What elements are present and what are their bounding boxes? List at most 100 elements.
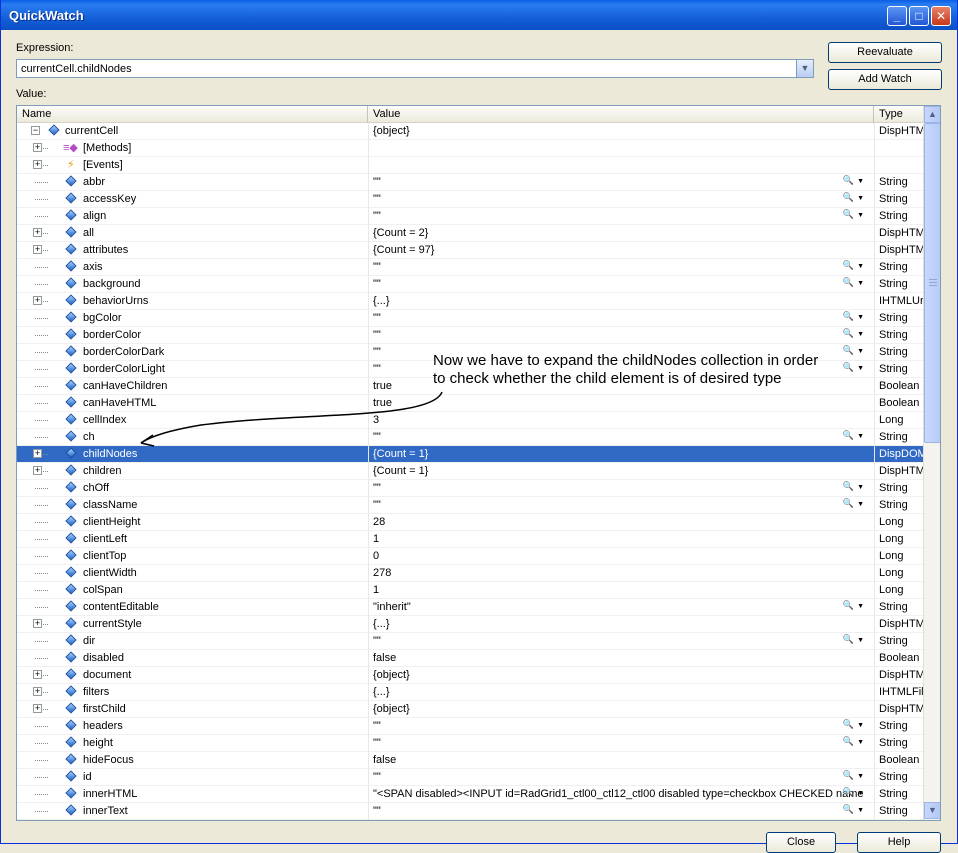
visualizer-magnifier-icon[interactable]: 🔍 xyxy=(843,498,854,509)
visualizer-magnifier-icon[interactable]: 🔍 xyxy=(843,209,854,220)
value-cell[interactable]: "" 🔍 ▼ xyxy=(368,633,874,650)
visualizer-magnifier-icon[interactable]: 🔍 xyxy=(843,430,854,441)
visualizer-magnifier-icon[interactable]: 🔍 xyxy=(843,311,854,322)
expression-input[interactable]: currentCell.childNodes xyxy=(21,63,132,75)
table-row[interactable]: contentEditable "inherit" 🔍 ▼ String xyxy=(17,599,925,616)
visualizer-dropdown-icon[interactable]: ▼ xyxy=(857,280,864,287)
expand-icon[interactable]: + xyxy=(33,619,42,628)
visualizer-magnifier-icon[interactable]: 🔍 xyxy=(843,481,854,492)
close-button[interactable]: Close xyxy=(766,832,836,853)
value-cell[interactable]: "" 🔍 ▼ xyxy=(368,310,874,327)
value-cell[interactable] xyxy=(368,140,874,157)
column-header-name[interactable]: Name xyxy=(17,106,368,123)
value-cell[interactable]: "" 🔍 ▼ xyxy=(368,718,874,735)
visualizer-magnifier-icon[interactable]: 🔍 xyxy=(843,277,854,288)
value-cell[interactable]: "" 🔍 ▼ xyxy=(368,276,874,293)
visualizer-magnifier-icon[interactable]: 🔍 xyxy=(843,600,854,611)
table-row[interactable]: clientWidth 278 Long xyxy=(17,565,925,582)
value-cell[interactable]: false xyxy=(368,752,874,769)
visualizer-dropdown-icon[interactable]: ▼ xyxy=(857,433,864,440)
visualizer-dropdown-icon[interactable]: ▼ xyxy=(857,637,864,644)
visualizer-dropdown-icon[interactable]: ▼ xyxy=(857,331,864,338)
value-cell[interactable]: "" 🔍 ▼ xyxy=(368,174,874,191)
table-row[interactable]: borderColor "" 🔍 ▼ String xyxy=(17,327,925,344)
table-row[interactable]: cellIndex 3 Long xyxy=(17,412,925,429)
table-row[interactable]: innerHTML "<SPAN disabled><INPUT id=RadGr… xyxy=(17,786,925,803)
value-cell[interactable]: {Count = 2} xyxy=(368,225,874,242)
value-cell[interactable]: "" 🔍 ▼ xyxy=(368,769,874,786)
table-row[interactable]: + attributes {Count = 97} DispHTML xyxy=(17,242,925,259)
table-row[interactable]: + all {Count = 2} DispHTML xyxy=(17,225,925,242)
visualizer-magnifier-icon[interactable]: 🔍 xyxy=(843,192,854,203)
value-cell[interactable]: 1 xyxy=(368,582,874,599)
table-row[interactable]: colSpan 1 Long xyxy=(17,582,925,599)
value-cell[interactable]: {...} xyxy=(368,293,874,310)
visualizer-dropdown-icon[interactable]: ▼ xyxy=(857,195,864,202)
chevron-down-icon[interactable]: ▼ xyxy=(796,60,813,77)
visualizer-magnifier-icon[interactable]: 🔍 xyxy=(843,634,854,645)
value-cell[interactable]: "" 🔍 ▼ xyxy=(368,803,874,820)
visualizer-dropdown-icon[interactable]: ▼ xyxy=(857,501,864,508)
visualizer-magnifier-icon[interactable]: 🔍 xyxy=(843,175,854,186)
visualizer-magnifier-icon[interactable]: 🔍 xyxy=(843,260,854,271)
expand-icon[interactable]: + xyxy=(33,687,42,696)
visualizer-magnifier-icon[interactable]: 🔍 xyxy=(843,804,854,815)
value-cell[interactable]: {...} xyxy=(368,684,874,701)
table-row[interactable]: + filters {...} IHTMLFilte xyxy=(17,684,925,701)
value-cell[interactable]: "" 🔍 ▼ xyxy=(368,259,874,276)
visualizer-magnifier-icon[interactable]: 🔍 xyxy=(843,719,854,730)
table-row[interactable]: chOff "" 🔍 ▼ String xyxy=(17,480,925,497)
watch-grid[interactable]: Name Value Type − currentCell {object} Disp… xyxy=(16,105,941,821)
expand-icon[interactable]: + xyxy=(33,704,42,713)
visualizer-dropdown-icon[interactable]: ▼ xyxy=(857,484,864,491)
add-watch-button[interactable]: Add Watch xyxy=(828,69,942,90)
table-row[interactable]: height "" 🔍 ▼ String xyxy=(17,735,925,752)
table-row[interactable]: disabled false Boolean xyxy=(17,650,925,667)
value-cell[interactable]: true xyxy=(368,395,874,412)
table-row[interactable]: − currentCell {object} DispHTML xyxy=(17,123,925,140)
table-row[interactable]: + ≡◆ [Methods] xyxy=(17,140,925,157)
table-row[interactable]: dir "" 🔍 ▼ String xyxy=(17,633,925,650)
table-row[interactable]: className "" 🔍 ▼ String xyxy=(17,497,925,514)
table-row[interactable]: background "" 🔍 ▼ String xyxy=(17,276,925,293)
visualizer-dropdown-icon[interactable]: ▼ xyxy=(857,212,864,219)
value-cell[interactable]: {object} xyxy=(368,701,874,718)
value-cell[interactable]: "" 🔍 ▼ xyxy=(368,497,874,514)
visualizer-dropdown-icon[interactable]: ▼ xyxy=(857,603,864,610)
value-cell[interactable]: {Count = 1} xyxy=(368,446,874,463)
table-row[interactable]: canHaveHTML true Boolean xyxy=(17,395,925,412)
visualizer-magnifier-icon[interactable]: 🔍 xyxy=(843,736,854,747)
visualizer-magnifier-icon[interactable]: 🔍 xyxy=(843,787,854,798)
value-cell[interactable]: 0 xyxy=(368,548,874,565)
visualizer-dropdown-icon[interactable]: ▼ xyxy=(857,365,864,372)
table-row[interactable]: + document {object} DispHTML xyxy=(17,667,925,684)
value-cell[interactable]: "" 🔍 ▼ xyxy=(368,208,874,225)
table-row[interactable]: innerText "" 🔍 ▼ String xyxy=(17,803,925,820)
collapse-icon[interactable]: − xyxy=(31,126,40,135)
table-row[interactable]: clientTop 0 Long xyxy=(17,548,925,565)
table-row[interactable]: + firstChild {object} DispHTML xyxy=(17,701,925,718)
help-button[interactable]: Help xyxy=(857,832,941,853)
value-cell[interactable]: {...} xyxy=(368,616,874,633)
vertical-scrollbar[interactable]: ▲ ▼ xyxy=(923,106,940,820)
value-cell[interactable]: 3 xyxy=(368,412,874,429)
table-row[interactable]: + currentStyle {...} DispHTML xyxy=(17,616,925,633)
value-cell[interactable]: 1 xyxy=(368,531,874,548)
visualizer-dropdown-icon[interactable]: ▼ xyxy=(857,263,864,270)
table-row[interactable]: ch "" 🔍 ▼ String xyxy=(17,429,925,446)
value-cell[interactable]: 28 xyxy=(368,514,874,531)
table-row[interactable]: hideFocus false Boolean xyxy=(17,752,925,769)
column-header-type[interactable]: Type xyxy=(874,106,925,123)
table-row[interactable]: bgColor "" 🔍 ▼ String xyxy=(17,310,925,327)
table-row[interactable]: + childNodes {Count = 1} DispDOMC xyxy=(17,446,925,463)
table-row[interactable]: abbr "" 🔍 ▼ String xyxy=(17,174,925,191)
column-header-value[interactable]: Value xyxy=(368,106,874,123)
value-cell[interactable]: 278 xyxy=(368,565,874,582)
table-row[interactable]: + children {Count = 1} DispHTML xyxy=(17,463,925,480)
value-cell[interactable]: "" 🔍 ▼ xyxy=(368,327,874,344)
visualizer-dropdown-icon[interactable]: ▼ xyxy=(857,314,864,321)
table-row[interactable]: + ⚡ [Events] xyxy=(17,157,925,174)
value-cell[interactable]: "" 🔍 ▼ xyxy=(368,735,874,752)
expand-icon[interactable]: + xyxy=(33,670,42,679)
expand-icon[interactable]: + xyxy=(33,228,42,237)
